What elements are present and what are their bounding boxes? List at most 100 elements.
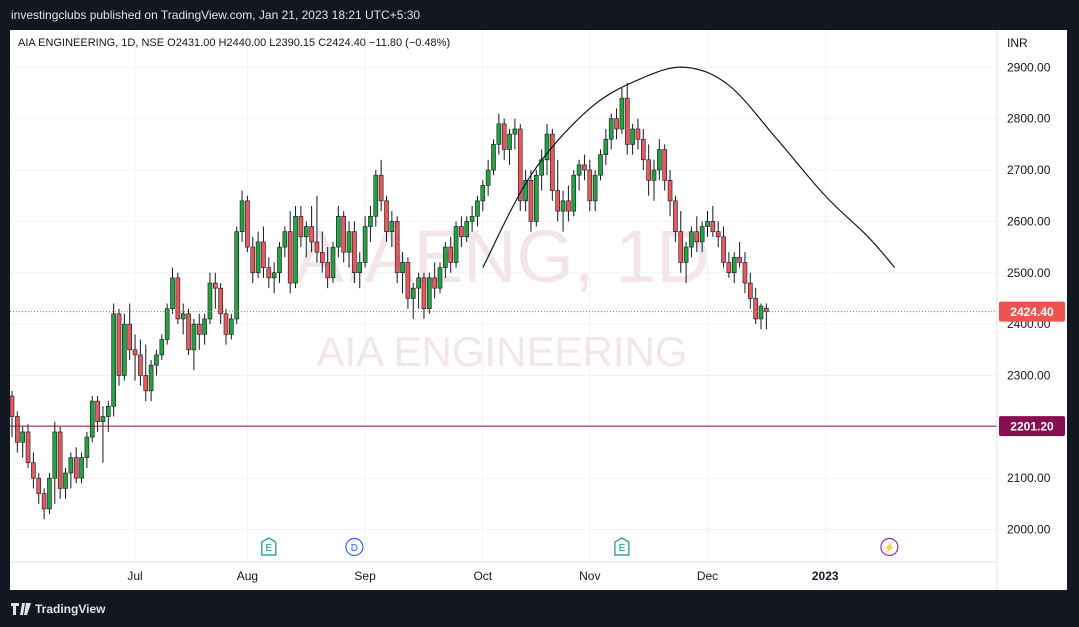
candle[interactable] [164, 303, 170, 345]
candle[interactable] [330, 241, 336, 284]
candle[interactable] [587, 159, 593, 212]
candle[interactable] [293, 205, 298, 289]
candle[interactable] [496, 113, 502, 155]
candle[interactable] [491, 139, 496, 176]
candle[interactable] [25, 424, 31, 468]
event-markers[interactable]: E D E ⚡ [261, 537, 899, 557]
candle[interactable] [635, 118, 641, 150]
candle[interactable] [646, 144, 651, 196]
candle[interactable] [84, 431, 90, 468]
candle[interactable] [287, 211, 293, 294]
candle[interactable] [485, 159, 491, 196]
candle[interactable] [640, 128, 646, 171]
candle[interactable] [667, 170, 673, 217]
candle[interactable] [523, 170, 528, 212]
candle[interactable] [31, 452, 36, 489]
candle[interactable] [753, 288, 758, 325]
candle[interactable] [614, 108, 619, 140]
candle[interactable] [250, 236, 256, 284]
candle[interactable] [624, 82, 630, 155]
candle[interactable] [662, 144, 668, 191]
candle[interactable] [550, 128, 555, 201]
candle[interactable] [619, 87, 625, 135]
candle[interactable] [608, 113, 614, 150]
candle[interactable] [410, 283, 416, 319]
candle[interactable] [223, 308, 229, 345]
candle[interactable] [539, 149, 544, 191]
candle[interactable] [68, 452, 74, 489]
candle[interactable] [651, 159, 657, 201]
candle[interactable] [271, 262, 277, 294]
candle[interactable] [576, 159, 582, 191]
earnings-event-icon[interactable]: E [261, 537, 277, 556]
candle[interactable] [501, 118, 507, 160]
candle[interactable] [758, 303, 764, 330]
candle[interactable] [282, 226, 288, 258]
candle[interactable] [148, 360, 154, 402]
candle[interactable] [737, 241, 742, 268]
candle[interactable] [715, 221, 721, 248]
candle[interactable] [79, 452, 84, 484]
candle[interactable] [517, 123, 523, 212]
candle[interactable] [127, 303, 132, 361]
candle[interactable] [20, 426, 26, 458]
candle[interactable] [116, 308, 122, 386]
candle[interactable] [378, 159, 384, 212]
candle[interactable] [630, 123, 635, 155]
candle[interactable] [277, 241, 282, 284]
candle[interactable] [196, 313, 202, 350]
candle[interactable] [426, 272, 432, 314]
price-axis[interactable]: 2000.002100.002200.002300.002400.002500.… [1007, 60, 1051, 536]
candle[interactable] [731, 252, 737, 284]
candle[interactable] [507, 128, 512, 165]
candle[interactable] [598, 149, 603, 181]
candle[interactable] [261, 226, 266, 278]
candle[interactable] [555, 159, 561, 222]
candle[interactable] [747, 272, 753, 309]
candle[interactable] [453, 221, 459, 268]
candle[interactable] [218, 283, 223, 325]
candle[interactable] [36, 473, 42, 504]
candle[interactable] [394, 216, 400, 284]
candle[interactable] [57, 426, 63, 499]
candle[interactable] [533, 170, 539, 227]
candle[interactable] [41, 488, 47, 520]
candle[interactable] [405, 257, 411, 309]
candle[interactable] [245, 195, 250, 253]
candle[interactable] [106, 401, 111, 432]
candle[interactable] [138, 339, 143, 386]
candle[interactable] [480, 180, 486, 212]
candle[interactable] [143, 344, 149, 402]
candle[interactable] [544, 123, 550, 176]
candle[interactable] [100, 406, 106, 463]
candlestick-chart[interactable]: AIAENG, 1D AIA ENGINEERING 2000.002100.0… [0, 0, 1079, 627]
candle[interactable] [52, 421, 58, 504]
candle[interactable] [89, 395, 95, 443]
candle[interactable] [726, 252, 732, 278]
candle[interactable] [742, 252, 748, 294]
candle[interactable] [764, 303, 769, 330]
earnings-event-icon[interactable]: E [614, 537, 630, 556]
candle[interactable] [73, 447, 79, 484]
candle[interactable] [191, 318, 197, 371]
candle[interactable] [266, 257, 272, 289]
tradingview-logo[interactable]: TradingView [11, 602, 105, 616]
candle[interactable] [239, 190, 245, 242]
candle[interactable] [159, 334, 165, 361]
candle[interactable] [721, 226, 726, 268]
candle[interactable] [421, 272, 427, 319]
candle[interactable] [207, 272, 213, 325]
candle[interactable] [592, 170, 598, 212]
candle[interactable] [255, 231, 261, 278]
candle[interactable] [111, 303, 116, 417]
dividend-event-icon[interactable]: D [345, 537, 364, 557]
candle[interactable] [154, 349, 159, 376]
candle[interactable] [512, 118, 518, 150]
candle[interactable] [213, 272, 218, 309]
candle[interactable] [9, 390, 15, 438]
candle[interactable] [180, 303, 186, 335]
candle[interactable] [186, 308, 191, 355]
candle[interactable] [132, 334, 138, 381]
candle[interactable] [122, 313, 127, 381]
candle[interactable] [571, 170, 577, 217]
